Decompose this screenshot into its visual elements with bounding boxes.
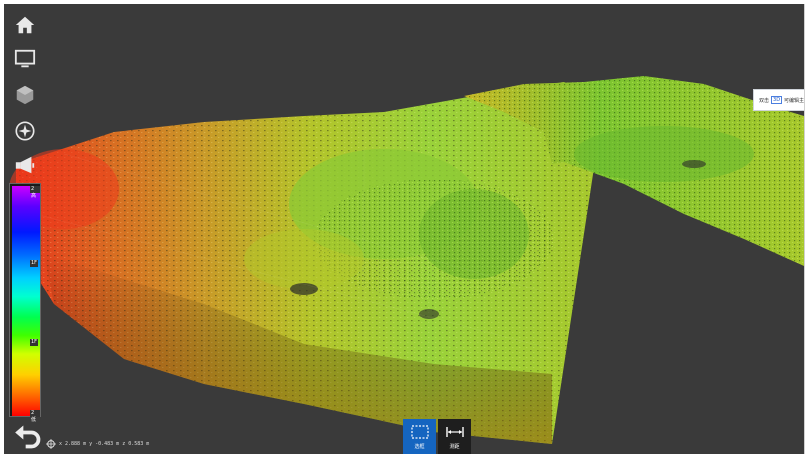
select-box-icon [410,425,429,439]
home-button[interactable] [12,12,38,38]
z-value: 0.583 [128,441,144,447]
x-label: x [59,441,63,447]
tooltip-badge: 3D [771,96,783,104]
color-bar-label-bottom: 2低 [30,410,40,423]
x-unit: m [83,441,87,447]
color-bar-label-mid-high: 1F [30,260,39,267]
tooltip-suffix: 可编辑主 [784,97,805,104]
select-box-label: 选框 [414,444,425,450]
undo-icon [15,425,41,449]
x-value: 2.888 [65,441,81,447]
display-button[interactable] [12,46,38,72]
ruler-icon [445,427,464,437]
compass-button[interactable] [12,118,38,144]
z-label: z [122,441,126,447]
megaphone-icon [15,156,35,174]
cube-icon [16,85,34,105]
point-cloud-viewport[interactable]: 2高 1F 1F 2低 x 2.888 m y -0.483 m z 0.583… [4,4,805,454]
compass-icon [15,121,35,141]
y-unit: m [116,441,120,447]
color-bar-label-mid-low: 1F [30,339,39,346]
color-ramp [12,186,40,416]
edit-hint-tooltip: 双击 3D 可编辑主 [753,89,805,111]
color-bar-label-top: 2高 [30,186,40,199]
crosshair-icon [46,439,56,449]
announce-button[interactable] [12,152,38,178]
select-box-button[interactable]: 选框 [403,419,436,454]
coordinate-readout: x 2.888 m y -0.483 m z 0.583 m [46,438,149,450]
undo-button[interactable] [14,422,42,450]
measure-distance-label: 测距 [449,444,460,450]
measure-distance-button[interactable]: 测距 [438,419,471,454]
elevation-color-bar: 2高 1F 1F 2低 [9,183,41,423]
model-button[interactable] [12,82,38,108]
point-cloud-render[interactable] [4,4,805,454]
tooltip-prefix: 双击 [759,97,770,104]
z-unit: m [146,441,150,447]
y-value: -0.483 [95,441,114,447]
home-icon [15,16,35,34]
y-label: y [89,441,93,447]
monitor-icon [14,49,36,68]
